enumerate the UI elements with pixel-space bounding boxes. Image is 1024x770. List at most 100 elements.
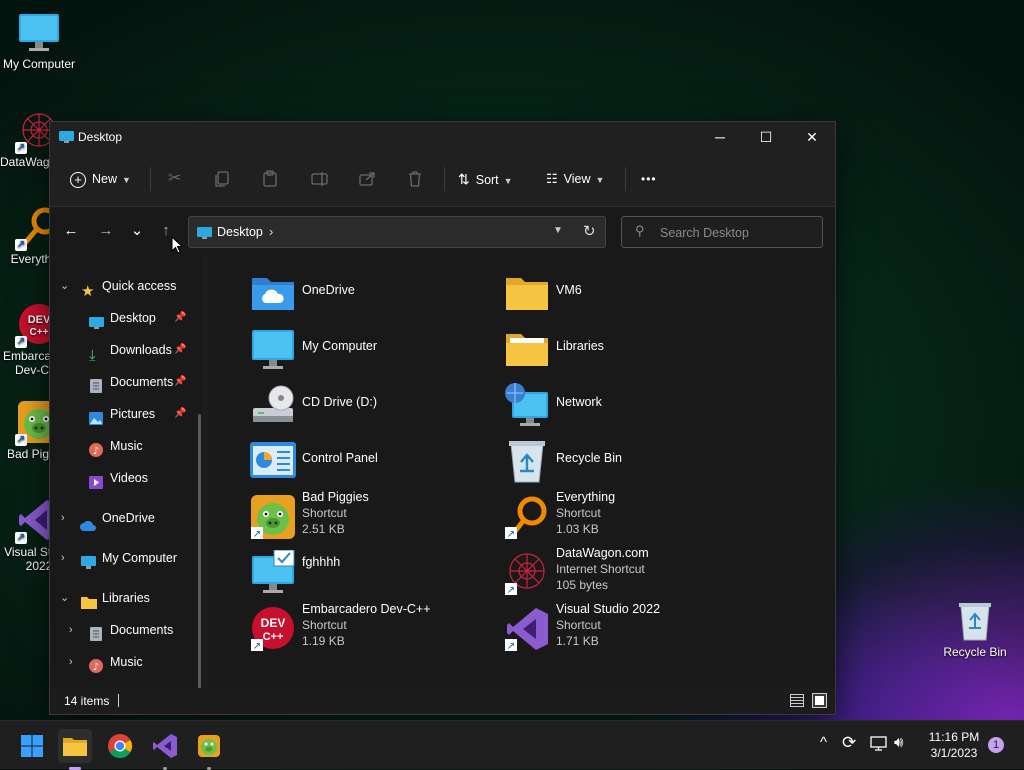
file-item-everything[interactable]: ↗ Everything Shortcut 1.03 KB [482, 490, 732, 544]
chevron-right-icon[interactable]: › [61, 544, 65, 572]
bad-piggies-icon: ↗ [250, 494, 296, 540]
sidebar-item-libraries-music[interactable]: › ♪ Music [50, 648, 198, 676]
file-item-my-computer[interactable]: My Computer [228, 324, 478, 376]
cut-button[interactable]: ✂ [168, 167, 188, 191]
refresh-button[interactable]: ↻ [583, 222, 596, 240]
chevron-right-icon[interactable]: › [69, 648, 73, 676]
search-box[interactable]: ⚲ [621, 216, 823, 248]
copy-button[interactable] [215, 167, 235, 191]
chevron-right-icon[interactable]: › [69, 616, 73, 644]
recent-locations-button[interactable]: ⌄ [125, 219, 149, 243]
file-item-recycle-bin[interactable]: Recycle Bin [482, 436, 732, 488]
more-icon: ••• [641, 172, 657, 186]
folder-icon [81, 591, 97, 609]
breadcrumb-desktop[interactable]: Desktop [217, 225, 263, 239]
share-button[interactable] [359, 167, 379, 191]
sidebar-item-libraries[interactable]: ⌄ Libraries [50, 584, 198, 612]
maximize-button[interactable]: ☐ [743, 122, 789, 152]
file-name: Embarcadero Dev-C++ [302, 602, 431, 616]
sidebar-item-onedrive[interactable]: › OneDrive [50, 504, 198, 532]
file-size: 105 bytes [556, 578, 609, 592]
see-more-button[interactable]: ••• [641, 167, 663, 191]
title-bar[interactable]: Desktop ─ ☐ ✕ [50, 122, 835, 152]
music-icon: ♪ [89, 655, 104, 673]
file-item-devcpp[interactable]: DEV C++ ↗ Embarcadero Dev-C++ Shortcut 1.1… [228, 602, 478, 656]
file-item-onedrive[interactable]: OneDrive [228, 268, 478, 320]
address-bar[interactable]: Desktop › ▼ ↻ [188, 216, 606, 248]
sidebar-item-label: Music [110, 439, 143, 453]
clock[interactable]: 11:16 PM 3/1/2023 [924, 729, 984, 761]
taskbar-chrome[interactable] [103, 729, 137, 763]
chevron-down-icon[interactable]: ⌄ [60, 584, 69, 612]
taskbar-file-explorer[interactable] [58, 729, 92, 770]
taskbar-bad-piggies[interactable] [192, 729, 226, 770]
large-icons-view-icon [815, 696, 824, 705]
forward-button[interactable]: → [94, 219, 118, 243]
delete-button[interactable] [408, 167, 428, 191]
file-item-control-panel[interactable]: Control Panel [228, 436, 478, 488]
details-view-button[interactable] [790, 694, 804, 707]
sidebar-item-downloads[interactable]: ⤓ Downloads 📌 [50, 336, 198, 364]
chevron-down-icon[interactable]: ⌄ [60, 272, 69, 300]
start-button[interactable] [15, 729, 49, 763]
download-icon: ⤓ [89, 347, 96, 364]
notification-badge[interactable]: 1 [988, 737, 1004, 753]
bad-piggies-icon [198, 735, 220, 757]
chevron-right-icon[interactable]: › [61, 504, 65, 532]
shortcut-arrow-icon: ↗ [15, 142, 27, 154]
file-item-bad-piggies[interactable]: ↗ Bad Piggies Shortcut 2.51 KB [228, 490, 478, 544]
sidebar-item-label: Libraries [102, 591, 150, 605]
toolbar-separator [625, 167, 626, 191]
breadcrumb-chevron-icon[interactable]: › [269, 224, 273, 239]
file-item-fghhhh[interactable]: fghhhh [228, 548, 478, 600]
computer-check-icon [250, 549, 296, 596]
back-button[interactable]: ← [59, 219, 83, 243]
sidebar-item-my-computer[interactable]: › My Computer [50, 544, 198, 572]
close-button[interactable]: ✕ [789, 122, 835, 152]
shortcut-arrow-icon: ↗ [15, 434, 27, 446]
minimize-button[interactable]: ─ [697, 122, 743, 152]
svg-text:↗: ↗ [253, 529, 261, 540]
view-icon: ☷ [546, 171, 558, 186]
file-item-cd-drive[interactable]: CD Drive (D:) [228, 380, 478, 432]
file-name: CD Drive (D:) [302, 395, 377, 409]
taskbar-visual-studio[interactable] [148, 729, 182, 770]
address-history-chevron-icon[interactable]: ▼ [553, 225, 563, 236]
file-item-libraries[interactable]: Libraries [482, 324, 732, 376]
view-button[interactable]: ☷ View ▼ [546, 167, 612, 191]
network-status-icon[interactable] [870, 736, 887, 754]
search-input[interactable] [658, 222, 812, 244]
sidebar-item-pictures[interactable]: Pictures 📌 [50, 400, 198, 428]
file-name: Network [556, 395, 602, 409]
scissors-icon: ✂ [168, 170, 182, 187]
computer-icon [81, 551, 96, 569]
new-button[interactable]: + New ▼ [70, 167, 136, 191]
sort-label: Sort [475, 173, 499, 187]
file-item-network[interactable]: Network [482, 380, 732, 432]
sidebar-item-desktop[interactable]: Desktop 📌 [50, 304, 198, 332]
rename-button[interactable] [311, 167, 331, 191]
sidebar-item-label: OneDrive [102, 511, 155, 525]
sidebar-item-documents[interactable]: Documents 📌 [50, 368, 198, 396]
sync-icon[interactable]: ⟳ [842, 733, 856, 753]
sidebar-item-quick-access[interactable]: ⌄ ★ Quick access [50, 272, 198, 300]
file-item-visual-studio[interactable]: ↗ Visual Studio 2022 Shortcut 1.71 KB [482, 602, 732, 656]
paste-button[interactable] [263, 167, 283, 191]
large-icons-view-button[interactable] [812, 693, 827, 708]
sidebar-item-videos[interactable]: Videos [50, 464, 198, 492]
file-name: Bad Piggies [302, 490, 369, 504]
desktop-icon-recycle-bin[interactable]: Recycle Bin [936, 598, 1014, 659]
navigation-pane-scrollbar[interactable] [198, 414, 201, 688]
file-item-datawagon[interactable]: ↗ DataWagon.com Internet Shortcut 105 by… [482, 546, 732, 600]
desktop-icon-my-computer[interactable]: My Computer [0, 10, 78, 71]
show-hidden-icons-button[interactable]: ^ [820, 734, 827, 751]
file-item-vm6[interactable]: VM6 [482, 268, 732, 320]
sidebar-item-music[interactable]: ♪ Music [50, 432, 198, 460]
desktop-icon-label: Recycle Bin [943, 645, 1007, 659]
sort-button[interactable]: ⇅ Sort ▼ [458, 167, 522, 191]
video-icon [89, 471, 104, 489]
sidebar-item-libraries-documents[interactable]: › Documents [50, 616, 198, 644]
svg-text:C++: C++ [263, 631, 284, 643]
file-name: Libraries [556, 339, 604, 353]
volume-icon[interactable]: 🔊︎ [894, 734, 903, 751]
